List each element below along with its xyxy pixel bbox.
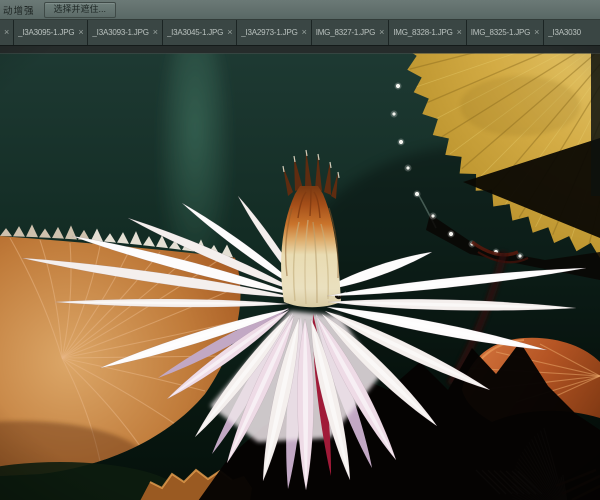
close-icon[interactable]: × <box>4 28 9 37</box>
document-tab-label: _I3A3030 <box>548 28 581 37</box>
document-tab-label: _I3A3093-1.JPG <box>92 28 148 37</box>
select-and-mask-button[interactable]: 选择并遮住... <box>44 2 117 18</box>
close-icon[interactable]: × <box>78 28 83 37</box>
document-tab-label: _I3A2973-1.JPG <box>241 28 297 37</box>
auto-enhance-label: 动增强 <box>3 3 35 17</box>
document-tab-label: IMG_8325-1.JPG <box>471 28 530 37</box>
document-tab-label: IMG_8327-1.JPG <box>316 28 375 37</box>
document-tab-bar: ×_I3A3095-1.JPG×_I3A3093-1.JPG×_I3A3045-… <box>0 20 600 46</box>
document-tab[interactable]: _I3A2973-1.JPG × <box>237 20 311 45</box>
document-canvas[interactable] <box>0 46 600 500</box>
document-tab[interactable]: _I3A3095-1.JPG × <box>14 20 88 45</box>
vignette <box>0 46 600 500</box>
document-tab-label: IMG_8328-1.JPG <box>393 28 452 37</box>
close-icon[interactable]: × <box>379 28 384 37</box>
document-tab-label: _I3A3095-1.JPG <box>18 28 74 37</box>
close-icon[interactable]: × <box>227 28 232 37</box>
tool-options-bar: 动增强 选择并遮住... <box>0 0 600 20</box>
close-icon[interactable]: × <box>153 28 158 37</box>
document-tab-partial[interactable]: _I3A3030 <box>544 20 600 45</box>
water-lily-photo <box>0 46 600 500</box>
photo-editor-window: 动增强 选择并遮住... ×_I3A3095-1.JPG×_I3A3093-1.… <box>0 0 600 500</box>
document-tab[interactable]: IMG_8327-1.JPG × <box>312 20 390 45</box>
document-tab[interactable]: IMG_8328-1.JPG × <box>389 20 467 45</box>
document-tab[interactable]: IMG_8325-1.JPG × <box>467 20 545 45</box>
document-tab[interactable]: _I3A3093-1.JPG × <box>88 20 162 45</box>
document-tab-partial[interactable]: × <box>0 20 14 45</box>
close-icon[interactable]: × <box>534 28 539 37</box>
document-tab[interactable]: _I3A3045-1.JPG × <box>163 20 237 45</box>
document-tab-label: _I3A3045-1.JPG <box>167 28 223 37</box>
close-icon[interactable]: × <box>302 28 307 37</box>
close-icon[interactable]: × <box>457 28 462 37</box>
